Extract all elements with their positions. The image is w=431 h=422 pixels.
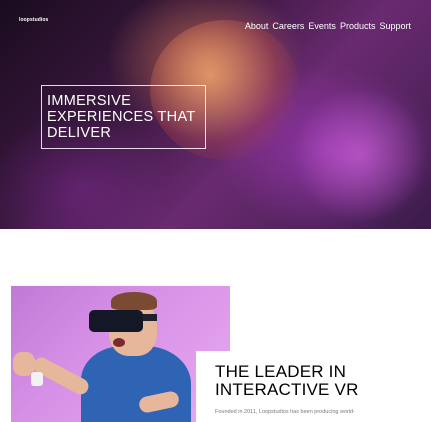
hero-background-glow — [290, 90, 430, 220]
hero-title: IMMERSIVE EXPERIENCES THAT DELIVER — [47, 93, 196, 141]
nav-item-events[interactable]: Events — [308, 21, 336, 31]
hero-title-box: IMMERSIVE EXPERIENCES THAT DELIVER — [41, 85, 206, 149]
person-mouth — [113, 338, 125, 347]
nav-item-products[interactable]: Products — [340, 21, 376, 31]
nav-item-about[interactable]: About — [245, 21, 269, 31]
person-hair — [111, 292, 157, 310]
main-nav: About Careers Events Products Support — [245, 21, 411, 31]
logo[interactable]: loopstudios — [19, 17, 48, 23]
wristband — [31, 372, 43, 386]
about-text: Founded in 2011, Loopstudios has been pr… — [215, 409, 355, 415]
about-card: THE LEADER IN INTERACTIVE VR Founded in … — [196, 351, 431, 422]
person-body — [81, 346, 191, 422]
nav-item-support[interactable]: Support — [379, 21, 411, 31]
hero-section: loopstudios About Careers Events Product… — [0, 0, 431, 229]
about-title: THE LEADER IN INTERACTIVE VR — [215, 362, 359, 399]
vr-headset — [89, 310, 143, 332]
nav-item-careers[interactable]: Careers — [272, 21, 304, 31]
